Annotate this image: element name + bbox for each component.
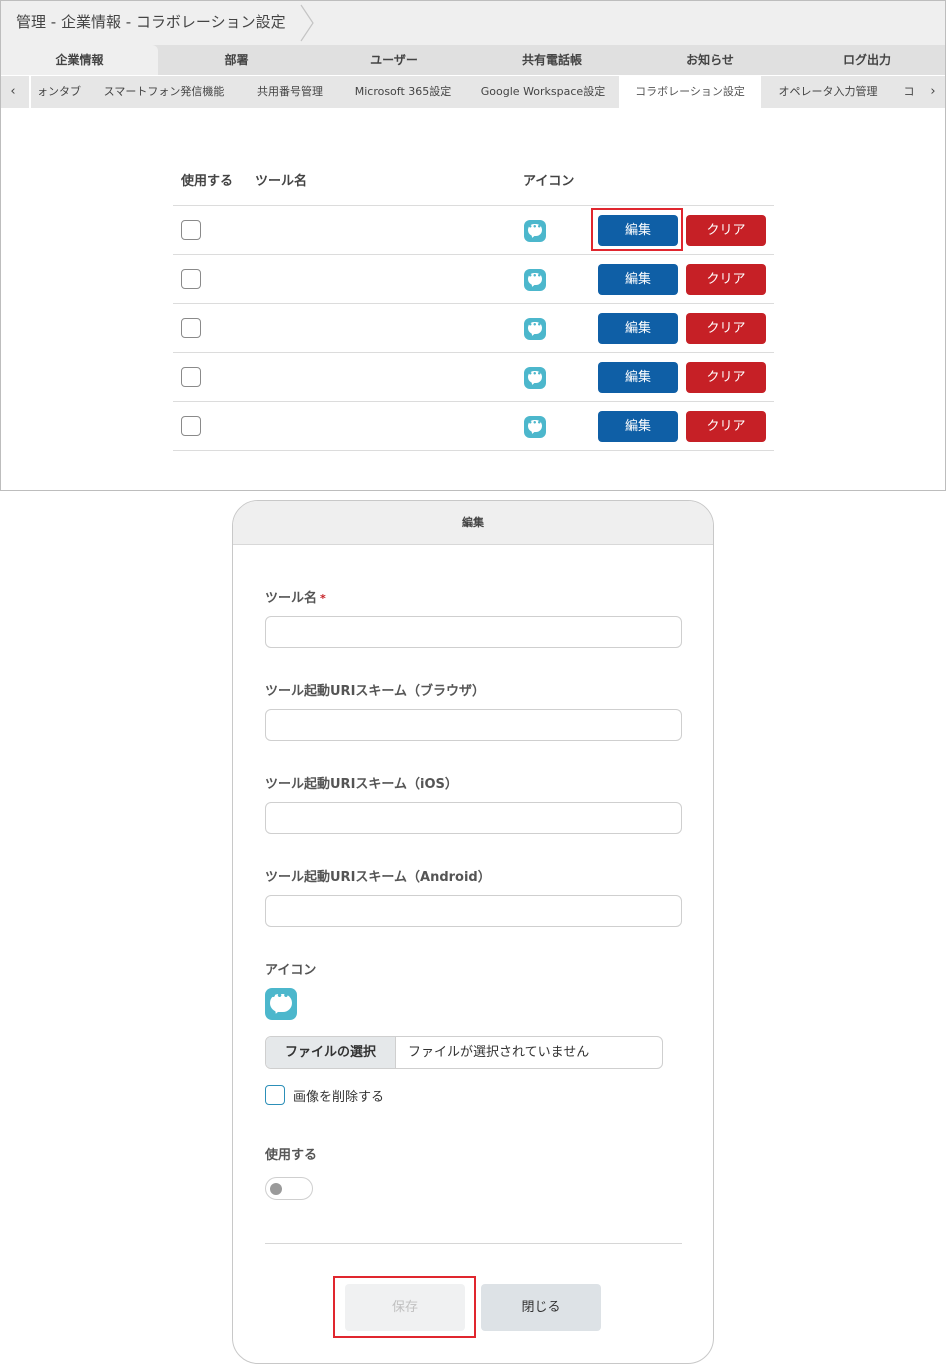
chat-bubble-icon: ••• xyxy=(524,318,546,340)
sub-tab-google-workspace[interactable]: Google Workspace設定 xyxy=(467,76,619,108)
use-toggle[interactable] xyxy=(265,1177,313,1200)
clear-button[interactable]: クリア xyxy=(686,215,766,246)
uri-ios-input[interactable] xyxy=(265,802,682,834)
tab-department[interactable]: 部署 xyxy=(158,45,315,75)
sub-tab-collaboration[interactable]: コラボレーション設定 xyxy=(619,76,761,108)
breadcrumb: 管理 - 企業情報 - コラボレーション設定 xyxy=(16,13,286,31)
uri-browser-label: ツール起動URIスキーム（ブラウザ） xyxy=(265,684,486,699)
table-row: ••• 編集 クリア xyxy=(173,402,774,451)
tab-log-output[interactable]: ログ出力 xyxy=(789,45,945,75)
chat-bubble-icon: ••• xyxy=(524,416,546,438)
edit-button[interactable]: 編集 xyxy=(598,362,678,393)
edit-modal: 編集 ツール名 * ツール起動URIスキーム（ブラウザ） ツール起動URIスキーム… xyxy=(232,500,714,1364)
main-tabs: 企業情報 部署 ユーザー 共有電話帳 お知らせ ログ出力 xyxy=(1,45,945,75)
chat-bubble-icon: ••• xyxy=(265,988,297,1020)
table-row: ••• 編集 クリア xyxy=(173,304,774,353)
tool-name-input[interactable] xyxy=(265,616,682,648)
tool-name-label-text: ツール名 xyxy=(265,591,318,606)
sub-tab-phone-tab[interactable]: ォンタブ xyxy=(31,76,87,108)
breadcrumb-bar: 管理 - 企業情報 - コラボレーション設定 xyxy=(1,1,945,45)
col-use-header: 使用する xyxy=(181,174,234,189)
file-status: ファイルが選択されていません xyxy=(408,1045,590,1060)
col-icon-header: アイコン xyxy=(523,174,575,189)
use-checkbox[interactable] xyxy=(181,318,201,338)
edit-button[interactable]: 編集 xyxy=(598,313,678,344)
choose-file-button[interactable]: ファイルの選択 xyxy=(266,1037,396,1068)
table-header: 使用する ツール名 アイコン xyxy=(173,161,774,206)
clear-button[interactable]: クリア xyxy=(686,362,766,393)
save-button-highlight xyxy=(333,1276,476,1338)
use-checkbox[interactable] xyxy=(181,416,201,436)
use-checkbox[interactable] xyxy=(181,269,201,289)
required-mark: * xyxy=(320,592,326,605)
toggle-knob xyxy=(270,1183,282,1195)
chevron-left-icon[interactable]: ‹ xyxy=(1,76,25,108)
edit-button[interactable]: 編集 xyxy=(598,411,678,442)
use-label: 使用する xyxy=(265,1148,318,1163)
chat-bubble-icon: ••• xyxy=(524,367,546,389)
uri-browser-input[interactable] xyxy=(265,709,682,741)
sub-tab-shared-number[interactable]: 共用番号管理 xyxy=(241,76,339,108)
edit-button[interactable]: 編集 xyxy=(598,264,678,295)
tab-shared-phonebook[interactable]: 共有電話帳 xyxy=(473,45,631,75)
sub-tab-more[interactable]: コ xyxy=(895,76,923,108)
chat-bubble-icon: ••• xyxy=(524,220,546,242)
sub-tabs: ‹ ォンタブ スマートフォン発信機能 共用番号管理 Microsoft 365設… xyxy=(1,75,945,108)
use-checkbox[interactable] xyxy=(181,220,201,240)
uri-android-input[interactable] xyxy=(265,895,682,927)
uri-android-label: ツール起動URIスキーム（Android） xyxy=(265,870,491,885)
col-tool-name-header: ツール名 xyxy=(255,174,308,189)
table-row: ••• 編集 クリア xyxy=(173,206,774,255)
edit-button-highlight xyxy=(591,208,683,251)
icon-label: アイコン xyxy=(265,963,317,978)
sub-tab-smartphone-call[interactable]: スマートフォン発信機能 xyxy=(87,76,241,108)
sub-tab-operator-input[interactable]: オペレータ入力管理 xyxy=(761,76,895,108)
settings-panel: 管理 - 企業情報 - コラボレーション設定 企業情報 部署 ユーザー 共有電話… xyxy=(0,0,946,491)
file-picker[interactable]: ファイルの選択 ファイルが選択されていません xyxy=(265,1036,663,1069)
uri-ios-label: ツール起動URIスキーム（iOS） xyxy=(265,777,458,792)
delete-image-checkbox[interactable] xyxy=(265,1085,285,1105)
chevron-right-icon[interactable]: › xyxy=(921,76,945,108)
breadcrumb-chevron-icon xyxy=(300,4,314,42)
tab-company-info[interactable]: 企業情報 xyxy=(1,45,158,75)
use-checkbox[interactable] xyxy=(181,367,201,387)
close-button[interactable]: 閉じる xyxy=(481,1284,601,1331)
modal-divider xyxy=(265,1243,682,1244)
tab-users[interactable]: ユーザー xyxy=(315,45,473,75)
sub-tab-microsoft365[interactable]: Microsoft 365設定 xyxy=(339,76,467,108)
delete-image-label: 画像を削除する xyxy=(293,1090,385,1105)
tool-name-label: ツール名 * xyxy=(265,587,326,606)
tab-notices[interactable]: お知らせ xyxy=(631,45,789,75)
table-row: ••• 編集 クリア xyxy=(173,255,774,304)
clear-button[interactable]: クリア xyxy=(686,411,766,442)
table-row: ••• 編集 クリア xyxy=(173,353,774,402)
clear-button[interactable]: クリア xyxy=(686,313,766,344)
chat-bubble-icon: ••• xyxy=(524,269,546,291)
modal-title: 編集 xyxy=(233,501,713,545)
clear-button[interactable]: クリア xyxy=(686,264,766,295)
